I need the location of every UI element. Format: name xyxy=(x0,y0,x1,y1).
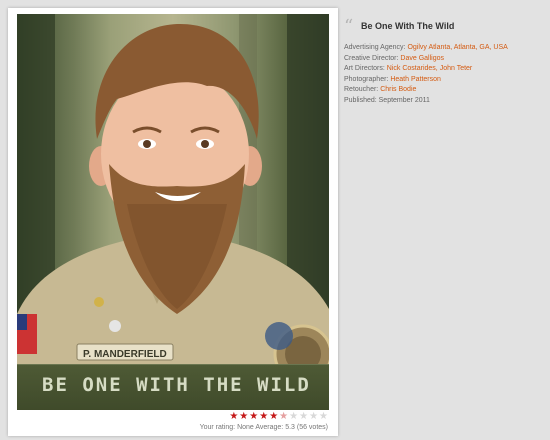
art-directors-link[interactable]: Nick Costarides, John Teter xyxy=(387,65,472,72)
ad-credits: Advertising Agency: Ogilvy Atlanta, Atla… xyxy=(344,43,508,106)
star-rating[interactable]: ★ ★ ★ ★ ★ ★ ★ ★ ★ ★ xyxy=(229,412,328,422)
scout-illustration xyxy=(17,14,329,410)
credit-label: Creative Director: xyxy=(344,54,399,62)
credit-creative-director: Creative Director: Dave Galligos xyxy=(344,54,508,65)
credit-agency: Advertising Agency: Ogilvy Atlanta, Atla… xyxy=(344,43,508,54)
credit-label: Photographer: xyxy=(344,75,389,83)
credit-retoucher: Retoucher: Chris Bodie xyxy=(344,85,508,96)
credit-photographer: Photographer: Heath Patterson xyxy=(344,75,508,86)
star-icon[interactable]: ★ xyxy=(279,412,288,422)
credit-label: Advertising Agency: xyxy=(344,44,406,51)
star-icon[interactable]: ★ xyxy=(239,412,248,422)
star-icon[interactable]: ★ xyxy=(229,412,238,422)
retoucher-link[interactable]: Chris Bodie xyxy=(380,86,416,93)
star-icon[interactable]: ★ xyxy=(309,412,318,422)
credit-label: Art Directors: xyxy=(344,65,385,72)
creative-director-link[interactable]: Dave Galligos xyxy=(400,55,444,62)
credit-label: Retoucher: xyxy=(344,86,379,93)
star-icon[interactable]: ★ xyxy=(319,412,328,422)
star-icon[interactable]: ★ xyxy=(299,412,308,422)
star-icon[interactable]: ★ xyxy=(269,412,278,422)
published-date: Published: September 2011 xyxy=(344,96,430,104)
star-icon[interactable]: ★ xyxy=(249,412,258,422)
ad-title: Be One With The Wild xyxy=(361,21,455,31)
star-icon[interactable]: ★ xyxy=(289,412,298,422)
quote-icon: “ xyxy=(344,16,354,37)
ad-nametag: P. MANDERFIELD xyxy=(83,349,167,360)
ad-card: P. MANDERFIELD BE ONE WITH THE WILD ★ ★ … xyxy=(8,8,338,436)
agency-link[interactable]: Ogilvy Atlanta, Atlanta, GA, USA xyxy=(407,44,507,51)
credit-art-directors: Art Directors: Nick Costarides, John Tet… xyxy=(344,64,508,75)
rating-summary: Your rating: None Average: 5.3 (56 votes… xyxy=(199,424,328,431)
ad-slogan: BE ONE WITH THE WILD xyxy=(42,374,311,396)
photographer-link[interactable]: Heath Patterson xyxy=(390,76,441,83)
star-icon[interactable]: ★ xyxy=(259,412,268,422)
ad-image[interactable]: P. MANDERFIELD BE ONE WITH THE WILD xyxy=(17,14,329,410)
